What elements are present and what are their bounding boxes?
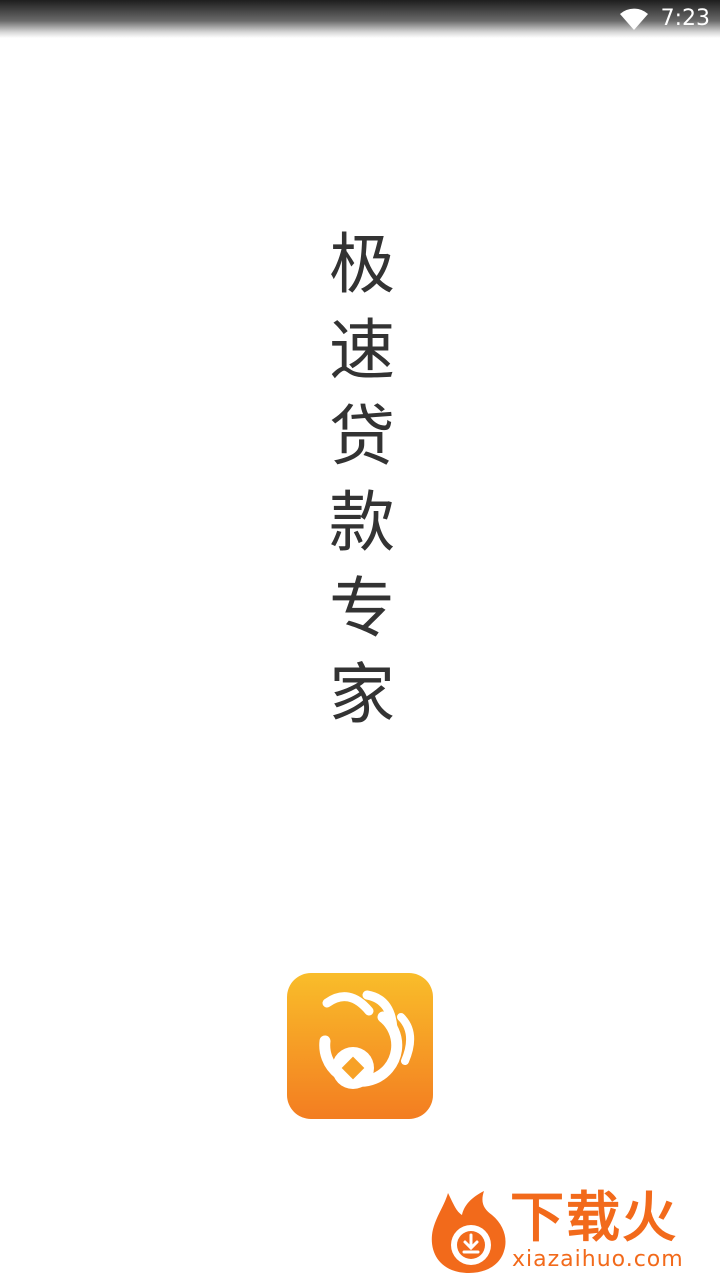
slogan-char: 家 (329, 656, 395, 733)
slogan-char: 款 (329, 484, 395, 561)
slogan: 极 速 贷 款 专 家 (320, 222, 404, 738)
app-logo (287, 973, 433, 1119)
watermark-domain: xiazaihuo.com (512, 1247, 684, 1272)
slogan-char: 速 (329, 312, 395, 389)
slogan-char: 极 (329, 226, 395, 303)
status-time: 7:23 (660, 6, 710, 31)
status-icons: 7:23 (619, 4, 710, 34)
watermark: 下载火 xiazaihuo.com (426, 1185, 714, 1275)
watermark-title: 下载火 (510, 1186, 678, 1249)
wifi-icon (619, 7, 649, 31)
flame-download-icon (426, 1185, 512, 1275)
slogan-char: 专 (329, 570, 395, 647)
slogan-char: 贷 (329, 398, 395, 475)
status-bar: 7:23 (0, 0, 720, 38)
coin-hand-icon (287, 973, 433, 1119)
